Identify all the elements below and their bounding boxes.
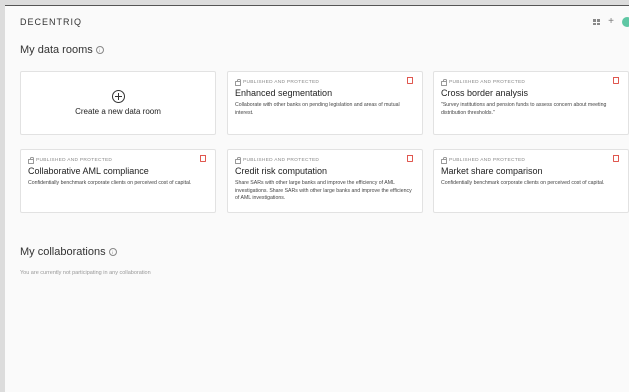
status-label: PUBLISHED AND PROTECTED	[243, 79, 320, 85]
card-description: "Survey institutions and pension funds t…	[441, 102, 607, 116]
data-room-card[interactable]: PUBLISHED AND PROTECTED Market share com…	[433, 149, 629, 213]
plus-circle-icon	[111, 90, 125, 103]
data-room-card[interactable]: PUBLISHED AND PROTECTED Credit risk comp…	[227, 149, 423, 213]
top-actions: +	[593, 16, 629, 28]
card-title: Cross border analysis	[441, 88, 529, 98]
collaborations-heading: My collaborations i	[20, 246, 117, 258]
status-badge: PUBLISHED AND PROTECTED	[235, 157, 319, 164]
info-icon[interactable]: i	[108, 248, 117, 256]
data-room-card[interactable]: PUBLISHED AND PROTECTED Cross border ana…	[433, 71, 629, 135]
card-title: Credit risk computation	[235, 166, 328, 176]
data-rooms-title: My data rooms	[20, 44, 93, 56]
info-icon[interactable]: i	[95, 46, 104, 54]
app-logo[interactable]: DECENTRIQ	[20, 17, 82, 27]
card-description: Confidentially benchmark corporate clien…	[441, 180, 605, 186]
status-badge: PUBLISHED AND PROTECTED	[441, 79, 525, 86]
card-description: Confidentially benchmark corporate clien…	[28, 180, 192, 186]
status-label: PUBLISHED AND PROTECTED	[449, 79, 526, 85]
status-label: PUBLISHED AND PROTECTED	[243, 157, 320, 163]
status-badge: PUBLISHED AND PROTECTED	[235, 79, 319, 86]
data-room-card[interactable]: PUBLISHED AND PROTECTED Enhanced segment…	[227, 71, 423, 135]
create-data-room-label: Create a new data room	[75, 107, 161, 116]
card-title: Collaborative AML compliance	[28, 166, 149, 176]
lock-icon	[28, 157, 34, 164]
status-label: PUBLISHED AND PROTECTED	[36, 157, 113, 163]
collaborations-empty-text: You are currently not participating in a…	[20, 270, 151, 276]
create-data-room-card[interactable]: Create a new data room	[20, 71, 216, 135]
card-title: Market share comparison	[441, 166, 543, 176]
trash-icon[interactable]	[612, 76, 619, 84]
status-badge: PUBLISHED AND PROTECTED	[28, 157, 112, 164]
lock-icon	[441, 157, 447, 164]
card-description: Collaborate with other banks on pending …	[235, 102, 400, 116]
status-label: PUBLISHED AND PROTECTED	[449, 157, 526, 163]
trash-icon[interactable]	[199, 154, 206, 162]
top-bar: DECENTRIQ +	[5, 6, 629, 36]
app-window: DECENTRIQ + My data rooms i Create a new…	[5, 5, 629, 392]
trash-icon[interactable]	[612, 154, 619, 162]
avatar[interactable]	[622, 17, 629, 27]
lock-icon	[235, 157, 241, 164]
trash-icon[interactable]	[406, 76, 413, 84]
grid-icon[interactable]	[593, 19, 601, 25]
plus-icon[interactable]: +	[608, 17, 614, 27]
card-title: Enhanced segmentation	[235, 88, 333, 98]
trash-icon[interactable]	[406, 154, 413, 162]
collaborations-title: My collaborations	[20, 246, 106, 258]
lock-icon	[441, 79, 447, 86]
lock-icon	[235, 79, 241, 86]
data-room-card[interactable]: PUBLISHED AND PROTECTED Collaborative AM…	[20, 149, 216, 213]
status-badge: PUBLISHED AND PROTECTED	[441, 157, 525, 164]
card-description: Share SARs with other large banks and im…	[235, 180, 412, 201]
data-rooms-heading: My data rooms i	[20, 44, 104, 56]
